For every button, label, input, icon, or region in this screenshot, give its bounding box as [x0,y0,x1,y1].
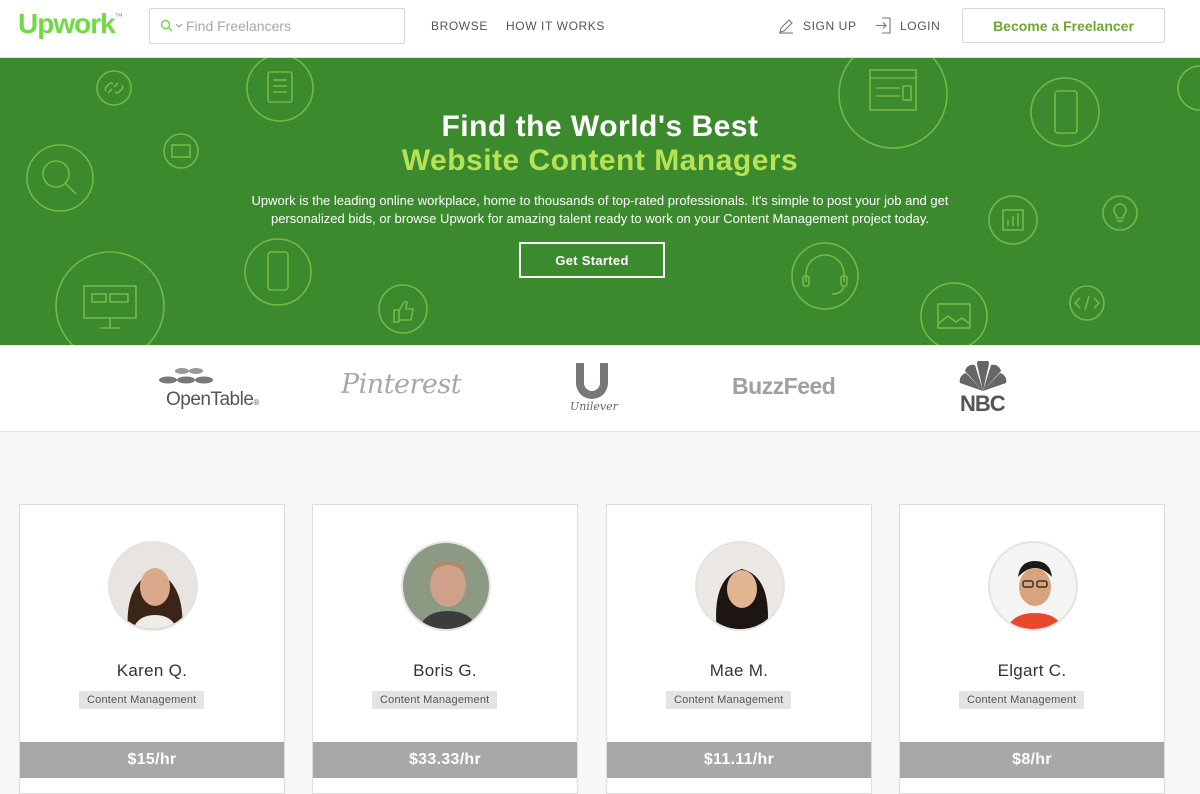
skill-tag: Content Management [666,691,792,709]
skill-tag: Content Management [372,691,498,709]
phone-icon [244,238,312,306]
skill-tag: Content Management [959,691,1085,709]
nbc-text: NBC [960,391,1006,416]
freelancer-name[interactable]: Elgart C. [900,661,1164,681]
search-box[interactable] [149,8,405,44]
unilever-text: Unilever [570,400,618,413]
opentable-dots-icon [159,368,213,384]
nbc-logo: NBC [956,361,1010,416]
freelancer-name[interactable]: Mae M. [607,661,871,681]
opentable-text: OpenTable® [166,389,259,411]
hourly-rate: $11.11/hr [607,742,871,778]
hourly-rate: $8/hr [900,742,1164,778]
avatar [988,541,1078,631]
nbc-peacock-icon [959,361,1007,391]
search-input[interactable] [186,15,396,37]
code-icon [1069,285,1105,321]
login-icon [876,17,891,34]
hourly-rate: $33.33/hr [313,742,577,778]
pencil-icon [779,19,793,34]
avatar-image [697,543,783,629]
sign-up-link[interactable]: SIGN UP [778,17,857,34]
thumbs-up-icon [378,284,428,334]
image-icon [920,282,988,345]
opentable-name: OpenTable [166,389,254,410]
logo-trademark: ™ [114,12,123,21]
skill-tag: Content Management [79,691,205,709]
become-freelancer-button[interactable]: Become a Freelancer [962,8,1165,43]
freelancer-name[interactable]: Boris G. [313,661,577,681]
sign-up-label: SIGN UP [803,18,857,33]
monitor-icon [55,251,165,345]
freelancer-card[interactable]: Karen Q. Content Management $15/hr [19,504,285,794]
hero-title: Find the World's Best [441,110,759,143]
hero-banner: Find the World's Best Website Content Ma… [0,58,1200,345]
search-icon [160,19,173,32]
top-header: Upwork™ BROWSE HOW IT WORKS SIGN UP LOGI… [0,0,1200,58]
client-logos-strip: OpenTable® Pinterest Unilever BuzzFeed N… [0,345,1200,432]
freelancer-card[interactable]: Mae M. Content Management $11.11/hr [606,504,872,794]
headset-icon [791,242,859,310]
logo-text: Upwork [18,8,116,39]
avatar [108,541,198,631]
freelancer-card[interactable]: Boris G. Content Management $33.33/hr [312,504,578,794]
nav-browse[interactable]: BROWSE [431,19,488,33]
avatar-image [990,543,1076,629]
avatar [401,541,491,631]
freelancer-name[interactable]: Karen Q. [20,661,284,681]
opentable-registered-mark: ® [253,398,259,407]
lightbulb-icon [1102,195,1138,231]
avatar [695,541,785,631]
unilever-logo: Unilever [566,361,618,415]
nav-how-it-works[interactable]: HOW IT WORKS [506,19,605,33]
get-started-button[interactable]: Get Started [519,242,665,278]
buzzfeed-logo: BuzzFeed [732,373,836,399]
avatar-image [403,543,489,629]
avatar-image [110,543,196,629]
login-label: LOGIN [900,18,941,33]
hero-description: Upwork is the leading online workplace, … [251,193,949,226]
opentable-logo: OpenTable® [158,365,259,411]
chevron-down-icon[interactable] [176,24,182,28]
pinterest-logo: Pinterest [341,369,462,400]
upwork-logo[interactable]: Upwork™ [18,8,123,40]
freelancer-card[interactable]: Elgart C. Content Management $8/hr [899,504,1165,794]
link-icon [96,70,132,106]
bar-chart-icon [988,195,1038,245]
login-link[interactable]: LOGIN [875,17,940,34]
hero-subtitle: Website Content Managers [401,144,799,177]
hourly-rate: $15/hr [20,742,284,778]
unilever-u-icon [576,363,608,399]
